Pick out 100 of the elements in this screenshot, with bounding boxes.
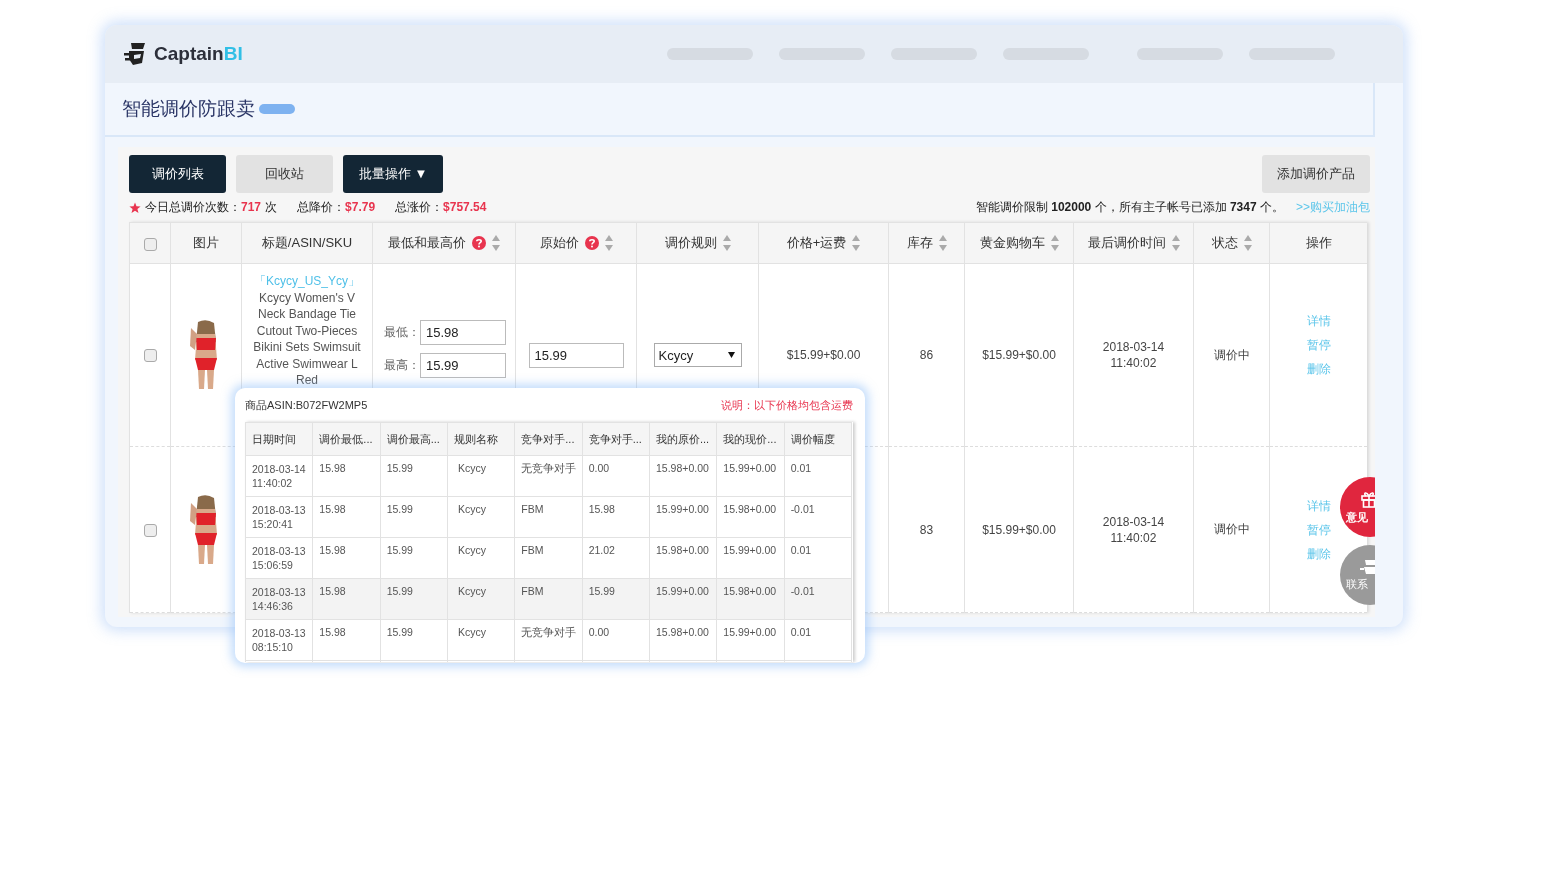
column-header: 调价幅度 [790, 432, 835, 445]
sort-icon[interactable] [1243, 235, 1252, 251]
sort-icon[interactable] [492, 235, 500, 251]
column-header[interactable]: 状态 [1211, 234, 1238, 252]
history-row[interactable]: 2018-03-13 15:06:59 15.98 15.99 Kcycy FBM 21.02 15.98+0.00 15.99+0.00 0.01 [245, 537, 852, 579]
sort-icon[interactable] [1171, 235, 1180, 251]
table-cell: 15.99 [386, 626, 413, 638]
table-cell: FBM [521, 503, 544, 515]
table-cell: 15.98 [319, 626, 346, 638]
table-cell: 0.00 [588, 626, 610, 638]
caret-icon [727, 352, 735, 358]
original-price-field[interactable]: 15.99 [528, 342, 624, 368]
asin-label: 商品ASIN:B072FW2MP5 [245, 398, 368, 413]
table-cell: -0.01 [790, 585, 815, 597]
page-title: 智能调价防跟卖 [122, 97, 255, 121]
min-price-field[interactable]: 15.98 [420, 320, 506, 345]
product-title: Kcycy Women's V Neck Bandage Tie Cutout Two-Pieces Bikini Sets Swimsuit Active Swimwear L Red [252, 289, 362, 389]
column-header: 操作 [1305, 234, 1332, 252]
add-product-button[interactable]: 添加调价产品 [1262, 155, 1370, 193]
table-cell: 15.98+0.00 [723, 585, 777, 597]
table-cell: 15.98 [319, 503, 346, 515]
column-header: 我的原价... [655, 432, 710, 445]
sort-icon[interactable] [938, 235, 947, 251]
table-cell: 15.99+0.00 [723, 626, 777, 638]
column-header: 图片 [193, 234, 219, 252]
column-header[interactable]: 原始价 [539, 234, 579, 252]
sort-icon[interactable] [1050, 235, 1059, 251]
table-cell-text: 2018-03-14 11:40:02 [1101, 339, 1166, 371]
table-cell: $15.99+$0.00 [982, 522, 1056, 537]
table-cell: 15.99+0.00 [655, 503, 709, 515]
table-cell-text: 2018-03-13 08:15:10 [252, 626, 307, 654]
table-cell: 0.01 [790, 462, 812, 474]
table-cell-text: 2018-03-13 15:06:59 [252, 544, 307, 572]
history-row[interactable]: 2018-03-13 08:15:10 15.98 15.99 Kcycy 无竞争对手 0.00 15.98+0.00 15.99+0.00 0.01 [245, 619, 852, 661]
table-cell: 0.01 [790, 626, 812, 638]
table-cell: 15.99 [386, 585, 413, 597]
table-cell-text: 2018-03-13 15:20:41 [252, 503, 307, 531]
column-header[interactable]: 库存 [906, 234, 933, 252]
logo-text: CaptainBI [154, 43, 243, 65]
tab[interactable]: 回收站 [236, 155, 333, 193]
table-cell: 15.99 [386, 544, 413, 556]
table-cell-text: 2018-03-14 11:40:02 [252, 462, 307, 490]
gift-icon [1360, 489, 1375, 508]
stat-label: 总降价： [297, 200, 346, 214]
column-header: 标题/ASIN/SKU [261, 234, 353, 252]
table-cell: 15.98 [319, 544, 346, 556]
table-cell: 0.00 [588, 462, 610, 474]
rule-dropdown[interactable]: Kcycy [653, 343, 742, 367]
stat-value: $7.79 [345, 200, 376, 214]
column-header[interactable]: 调价规则 [664, 234, 717, 252]
table-cell: -0.01 [790, 503, 815, 515]
column-header: 竞争对手... [521, 432, 575, 445]
sort-icon[interactable] [852, 235, 861, 251]
sort-icon[interactable] [604, 235, 613, 251]
table-cell: $15.99+$0.00 [982, 348, 1056, 362]
table-cell: 15.99 [588, 585, 615, 597]
select-all-checkbox[interactable] [143, 237, 157, 251]
table-cell: 无竞争对手 [521, 626, 577, 638]
table-cell: 15.99 [386, 462, 413, 474]
column-header[interactable]: 最低和最高价 [388, 234, 466, 252]
row-checkbox[interactable] [143, 349, 157, 363]
table-cell: 无竞争对手 [521, 462, 577, 474]
table-cell: 83 [919, 522, 934, 537]
field-label: 最高： [384, 357, 420, 374]
help-icon[interactable] [584, 236, 599, 250]
row-checkbox[interactable] [143, 523, 157, 537]
column-header: 规则名称 [454, 432, 498, 445]
column-header: 调价最低... [319, 432, 373, 445]
table-cell: Kcycy [458, 462, 486, 474]
table-cell: $15.99+$0.00 [786, 348, 861, 362]
history-row[interactable]: 2018-03-14 11:40:02 15.98 15.99 Kcycy 无竞争对手 0.00 15.98+0.00 15.99+0.00 0.01 [245, 455, 852, 497]
column-header: 调价最高... [386, 432, 440, 445]
batch-actions-button[interactable]: 批量操作 ▼ [343, 155, 444, 193]
stat-value: 717 [241, 200, 262, 214]
table-cell: 调价中 [1213, 347, 1250, 362]
column-header: 我的现价... [723, 432, 777, 445]
help-icon[interactable] [472, 236, 486, 250]
table-cell: 86 [919, 348, 934, 362]
table-cell: Kcycy [458, 626, 486, 638]
column-header[interactable]: 价格+运费 [786, 234, 847, 252]
column-header: 竞争对手... [588, 432, 642, 445]
table-cell: 15.98+0.00 [655, 544, 709, 556]
sort-icon[interactable] [722, 235, 731, 251]
table-cell: 15.99 [386, 503, 413, 515]
table-cell: 15.98+0.00 [655, 462, 709, 474]
table-cell: 0.01 [790, 544, 812, 556]
table-cell: Kcycy [458, 585, 486, 597]
column-header[interactable]: 黄金购物车 [979, 234, 1045, 252]
title-tag-placeholder [259, 104, 295, 114]
history-row[interactable]: 2018-03-13 14:46:36 15.98 15.99 Kcycy FBM 15.99 15.99+0.00 15.98+0.00 -0.01 [245, 578, 852, 620]
table-cell: Kcycy [458, 544, 486, 556]
stat-unit: 次 [265, 200, 278, 214]
tab[interactable]: 调价列表 [129, 155, 226, 193]
max-price-field[interactable]: 15.99 [420, 353, 506, 378]
table-cell: 15.98 [319, 585, 346, 597]
table-cell: 15.98 [319, 462, 346, 474]
stat-label: 总涨价： [395, 200, 444, 214]
field-label: 最低： [384, 324, 420, 341]
column-header[interactable]: 最后调价时间 [1087, 234, 1166, 252]
history-row[interactable]: 2018-03-13 15:20:41 15.98 15.99 Kcycy FBM 15.98 15.99+0.00 15.98+0.00 -0.01 [245, 496, 852, 538]
